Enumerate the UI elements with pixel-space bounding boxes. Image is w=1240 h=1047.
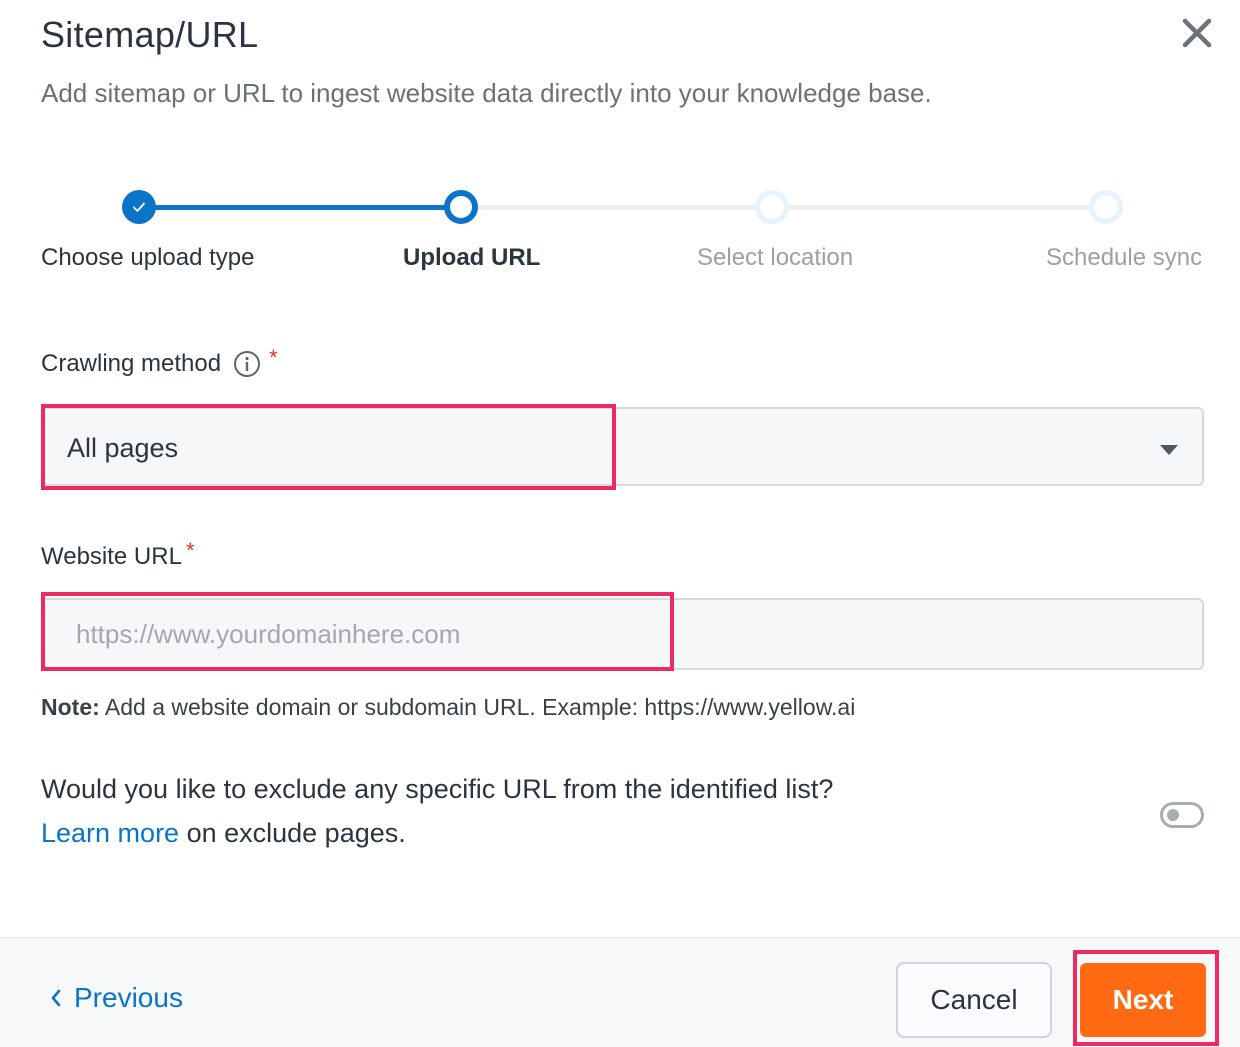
dialog-footer: Previous Cancel Next (0, 937, 1240, 1047)
website-url-label-text: Website URL (41, 543, 182, 570)
exclude-suffix: on exclude pages. (179, 818, 406, 848)
step-3-indicator (755, 190, 789, 224)
close-icon (1182, 18, 1212, 48)
info-icon[interactable] (233, 350, 261, 378)
step-2-label: Upload URL (403, 244, 541, 271)
note-text: Add a website domain or subdomain URL. E… (99, 694, 856, 720)
learn-more-link[interactable]: Learn more (41, 818, 179, 848)
previous-button[interactable]: Previous (50, 982, 183, 1014)
step-4-label: Schedule sync (1046, 244, 1203, 271)
dialog-title: Sitemap/URL (41, 14, 259, 55)
exclude-learn-more-line: Learn more on exclude pages. (41, 818, 406, 849)
caret-down-icon (1160, 445, 1178, 455)
checkmark-icon (133, 202, 145, 212)
crawling-method-select[interactable]: All pages (42, 407, 1204, 486)
step-1-indicator (122, 190, 156, 224)
cancel-button[interactable]: Cancel (896, 962, 1052, 1038)
dialog-subtitle: Add sitemap or URL to ingest website dat… (41, 78, 932, 108)
website-url-input[interactable] (42, 598, 1204, 670)
crawling-method-label-text: Crawling method (41, 350, 222, 377)
crawling-method-value: All pages (67, 433, 179, 463)
required-asterisk: * (185, 538, 195, 563)
exclude-toggle[interactable] (1160, 802, 1204, 828)
step-2-indicator (444, 190, 478, 224)
url-note: Note: Add a website domain or subdomain … (41, 694, 855, 721)
toggle-knob (1167, 809, 1179, 821)
step-1-label: Choose upload type (41, 244, 255, 271)
chevron-left-icon (51, 989, 61, 1007)
exclude-question: Would you like to exclude any specific U… (41, 774, 834, 804)
step-3-label: Select location (697, 244, 854, 271)
progress-stepper: Choose upload type Upload URL Select loc… (0, 180, 1240, 280)
next-button[interactable]: Next (1080, 963, 1206, 1037)
close-button[interactable] (1178, 14, 1216, 52)
website-url-label: Website URL * (41, 538, 195, 571)
required-asterisk: * (269, 345, 278, 370)
stepper-track-completed (139, 205, 461, 210)
crawling-method-label: Crawling method * (41, 345, 278, 378)
step-4-indicator (1089, 190, 1123, 224)
previous-label: Previous (74, 982, 183, 1013)
note-prefix: Note: (41, 694, 100, 720)
